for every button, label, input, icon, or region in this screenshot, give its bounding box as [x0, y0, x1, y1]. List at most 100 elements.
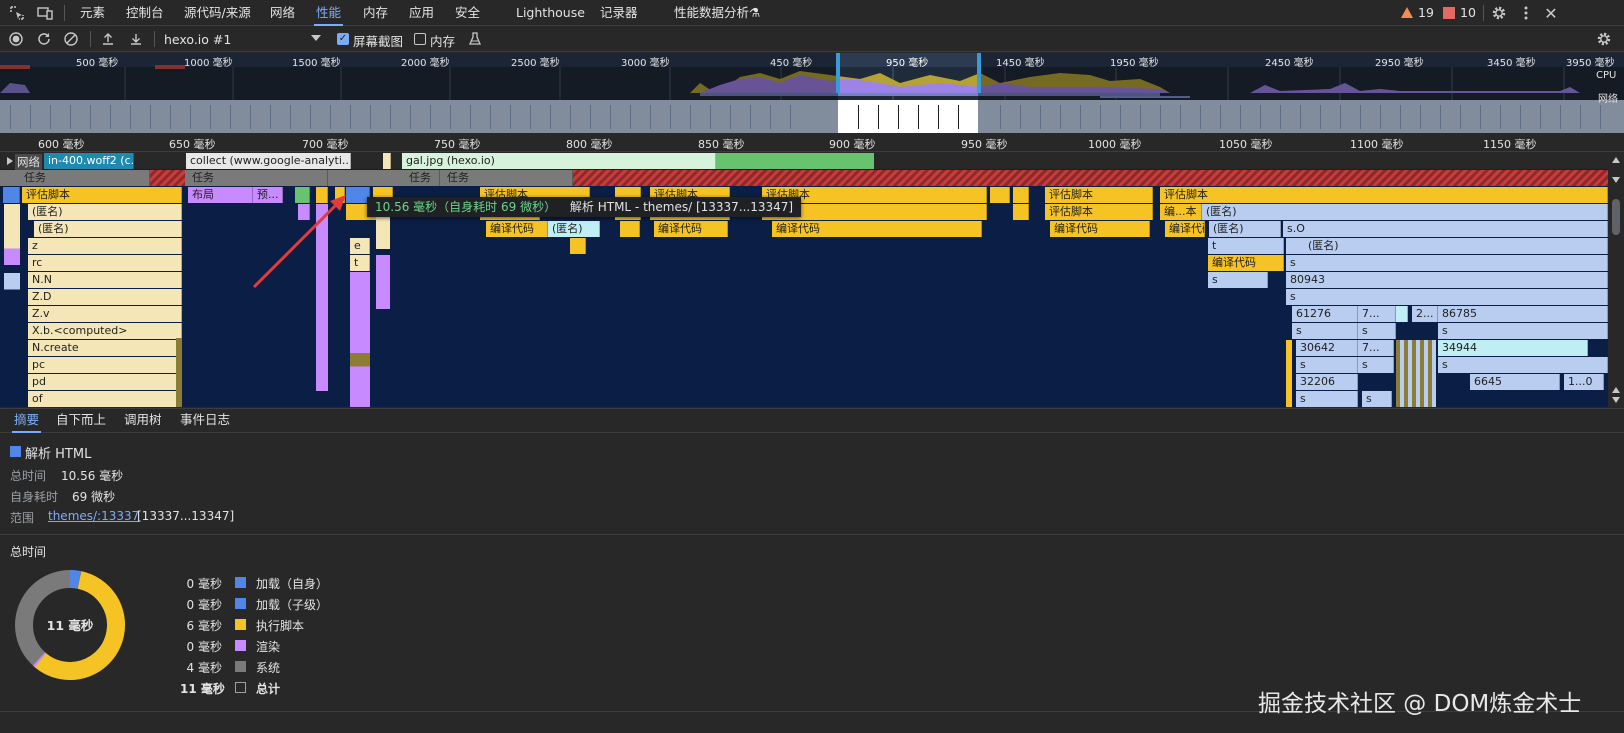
profile-select[interactable]: hexo.io #1	[160, 30, 325, 50]
tab-bottom-up[interactable]: 自下而上	[54, 408, 108, 433]
eval-block[interactable]	[990, 187, 1010, 203]
tab-application[interactable]: 应用	[407, 0, 436, 26]
memory-checkbox[interactable]	[414, 33, 426, 45]
call-frame[interactable]: N.N	[28, 272, 182, 288]
eval-script-block[interactable]: 评估脚本	[1160, 187, 1608, 203]
scroll-down-icon[interactable]	[1612, 177, 1620, 183]
garbage-collect-icon[interactable]	[467, 31, 483, 47]
call-frame[interactable]: s	[1296, 391, 1358, 407]
call-frame[interactable]: Z.D	[28, 289, 182, 305]
call-frame[interactable]: s	[1438, 357, 1608, 373]
anon-frame[interactable]: (匿名)	[1286, 238, 1608, 254]
scroll-down-icon[interactable]	[1612, 397, 1620, 403]
call-frame[interactable]: s	[1292, 323, 1358, 339]
upload-icon[interactable]	[100, 31, 116, 47]
eval-script-block[interactable]: 评估脚本	[22, 187, 182, 203]
range-link[interactable]: themes/:13337	[48, 509, 139, 523]
tab-elements[interactable]: 元素	[78, 0, 107, 26]
device-toggle-icon[interactable]	[36, 4, 54, 22]
flame-scrollbar[interactable]	[1608, 153, 1624, 407]
tab-event-log[interactable]: 事件日志	[178, 408, 232, 433]
call-frame[interactable]: s	[1438, 323, 1608, 339]
eval-block[interactable]	[1013, 187, 1029, 203]
scroll-up-icon[interactable]	[1612, 157, 1620, 163]
tab-console[interactable]: 控制台	[124, 0, 166, 26]
number-frame[interactable]: 7...	[1358, 340, 1394, 356]
number-frame[interactable]: 86785	[1438, 306, 1608, 322]
eval-block[interactable]	[620, 221, 640, 237]
error-count[interactable]: 10	[1458, 0, 1478, 26]
call-frame[interactable]: s	[1362, 391, 1392, 407]
tab-lighthouse[interactable]: Lighthouse	[514, 0, 587, 26]
number-frame[interactable]: 32206	[1296, 374, 1358, 390]
more-vertical-icon[interactable]	[1517, 4, 1535, 22]
expand-triangle-icon[interactable]	[7, 157, 13, 165]
tab-security[interactable]: 安全	[453, 0, 482, 26]
network-request[interactable]: in-400.woff2 (c...	[44, 153, 134, 169]
network-request[interactable]: gal.jpg (hexo.io)	[402, 153, 716, 169]
call-frame[interactable]: s	[1286, 289, 1608, 305]
network-request[interactable]	[383, 153, 391, 169]
anon-frame[interactable]: (匿名)	[548, 221, 600, 237]
call-frame[interactable]: N.create	[28, 340, 182, 356]
tab-call-tree[interactable]: 调用树	[122, 408, 164, 433]
task-block[interactable]: 任务	[405, 170, 440, 186]
call-frame[interactable]: s	[1208, 272, 1268, 288]
reload-icon[interactable]	[36, 31, 52, 47]
tab-network[interactable]: 网络	[268, 0, 297, 26]
error-icon[interactable]	[1443, 7, 1455, 19]
capture-settings-gear-icon[interactable]	[1595, 31, 1613, 47]
eval-block[interactable]	[570, 238, 586, 254]
layout-block[interactable]: 布局	[188, 187, 253, 203]
call-frame[interactable]: X.b.<computed>	[28, 323, 182, 339]
number-frame[interactable]: 34944	[1438, 340, 1588, 356]
number-frame[interactable]: 61276	[1292, 306, 1358, 322]
anon-frame[interactable]: (匿名)	[1202, 204, 1608, 220]
settings-gear-icon[interactable]	[1490, 4, 1508, 22]
compile-block[interactable]: 编译代码	[1208, 255, 1284, 271]
warning-count[interactable]: 19	[1416, 0, 1436, 26]
number-frame[interactable]: 2...	[1412, 306, 1438, 322]
scroll-up-icon[interactable]	[1612, 387, 1620, 393]
eval-block[interactable]	[3, 187, 20, 203]
tab-memory[interactable]: 内存	[361, 0, 390, 26]
record-icon[interactable]	[8, 31, 24, 47]
compile-block[interactable]: 编译代码	[654, 221, 728, 237]
anon-frame[interactable]: (匿名)	[28, 204, 182, 220]
compile-block[interactable]: 编译代码	[1050, 221, 1150, 237]
warning-icon[interactable]	[1401, 7, 1413, 18]
number-frame[interactable]: 6645	[1470, 374, 1560, 390]
call-frame[interactable]: s	[1286, 255, 1608, 271]
scrollbar-thumb[interactable]	[1612, 199, 1620, 235]
number-frame[interactable]: 80943	[1286, 272, 1608, 288]
close-icon[interactable]: ✕	[1542, 4, 1560, 23]
tab-performance-insights[interactable]: 性能数据分析	[672, 0, 751, 26]
compile-block[interactable]: 编译代码	[486, 221, 548, 237]
anon-frame[interactable]: (匿名)	[1209, 221, 1281, 237]
call-frame[interactable]: rc	[28, 255, 182, 271]
inspect-element-icon[interactable]	[8, 4, 26, 22]
number-frame[interactable]: 30642	[1296, 340, 1358, 356]
network-request[interactable]: collect (www.google-analyti...	[186, 153, 351, 169]
task-block[interactable]: 任务	[443, 170, 573, 186]
task-block[interactable]: 任务	[188, 170, 328, 186]
number-frame[interactable]: 1...0	[1564, 374, 1604, 390]
flame-chart[interactable]: 网络 in-400.woff2 (c... collect (www.googl…	[0, 153, 1608, 407]
so-frame[interactable]: s.O	[1283, 221, 1608, 237]
call-frame[interactable]: s	[1358, 323, 1396, 339]
anon-frame[interactable]: (匿名)	[34, 221, 182, 237]
timeline-overview[interactable]: 500 毫秒 1000 毫秒 1500 毫秒 2000 毫秒 2500 毫秒 3…	[0, 53, 1624, 133]
anon-frame[interactable]: 编...本	[1160, 204, 1202, 220]
eval-script-block[interactable]: 评估脚本	[1045, 187, 1153, 203]
call-frame[interactable]: s	[1358, 357, 1394, 373]
screenshot-checkbox[interactable]: ✓	[337, 33, 349, 45]
call-frame[interactable]	[1396, 306, 1408, 322]
call-frame[interactable]: z	[28, 238, 182, 254]
tab-sources[interactable]: 源代码/来源	[182, 0, 253, 26]
call-frame[interactable]: pd	[28, 374, 182, 390]
clear-icon[interactable]	[63, 31, 79, 47]
anon-frame[interactable]: 评估脚本	[1045, 204, 1153, 220]
download-icon[interactable]	[128, 31, 144, 47]
tab-performance[interactable]: 性能	[314, 0, 344, 26]
tab-summary[interactable]: 摘要	[12, 408, 42, 433]
